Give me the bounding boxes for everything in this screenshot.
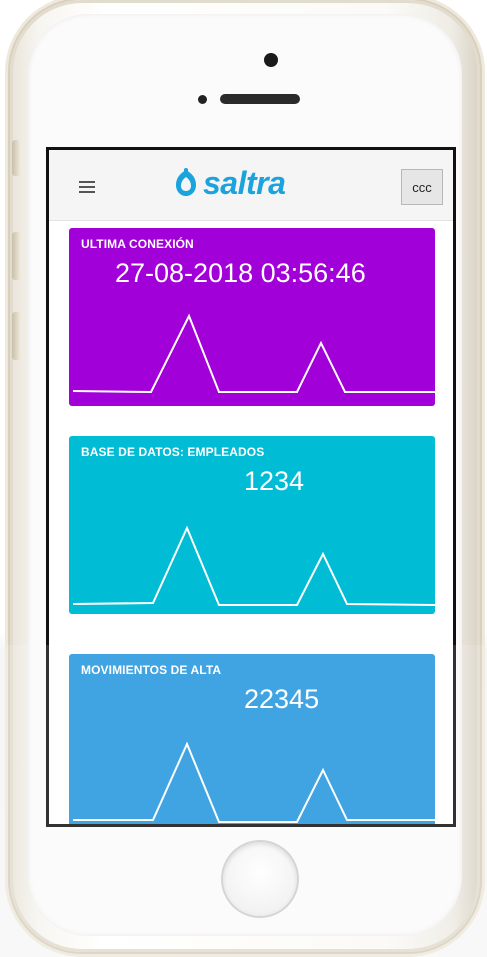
card-value: 1234: [244, 466, 305, 496]
earpiece-speaker: [220, 94, 300, 104]
card-last-connection[interactable]: ULTIMA CONEXIÓN 27-08-2018 03:56:46: [69, 228, 435, 406]
card-movements[interactable]: MOVIMIENTOS DE ALTA 22345: [69, 654, 435, 824]
stage: saltra ccc ULTIMA CONEXIÓN 27-08-2018 03…: [0, 0, 487, 957]
card-title: MOVIMIENTOS DE ALTA: [81, 663, 222, 677]
mute-switch: [12, 140, 20, 176]
card-title: BASE DE DATOS: EMPLEADOS: [81, 445, 265, 459]
hamburger-menu-icon[interactable]: [79, 181, 95, 193]
account-button[interactable]: ccc: [401, 169, 443, 205]
app-header: saltra ccc: [49, 150, 453, 221]
app-logo: saltra: [173, 164, 286, 201]
card-employees[interactable]: BASE DE DATOS: EMPLEADOS 1234: [69, 436, 435, 614]
saltra-logo-icon: [176, 168, 196, 196]
volume-down-button: [12, 312, 20, 360]
sparkline-chart: [72, 525, 435, 606]
sparkline-chart: [73, 741, 435, 823]
home-button[interactable]: [223, 842, 297, 916]
phone-screen: saltra ccc ULTIMA CONEXIÓN 27-08-2018 03…: [46, 147, 456, 827]
volume-up-button: [12, 232, 20, 280]
card-title: ULTIMA CONEXIÓN: [81, 237, 194, 251]
proximity-sensor: [198, 95, 207, 104]
card-value: 27-08-2018 03:56:46: [115, 258, 366, 288]
sparkline-chart: [72, 313, 435, 394]
front-camera: [264, 53, 278, 67]
card-value: 22345: [244, 684, 320, 714]
app-logo-text: saltra: [203, 164, 286, 201]
